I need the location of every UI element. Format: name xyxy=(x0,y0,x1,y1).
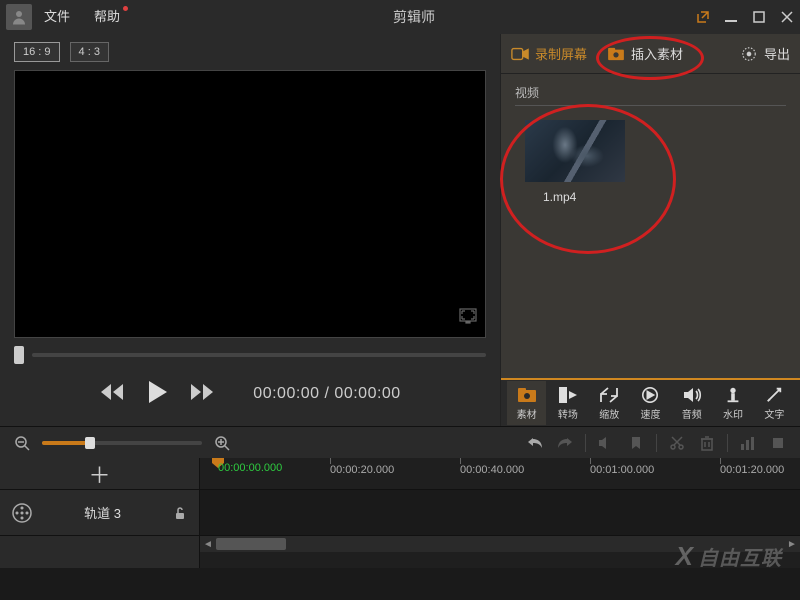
scrub-handle[interactable] xyxy=(14,346,24,364)
tool-speed[interactable]: 速度 xyxy=(631,381,670,425)
timeline-track-headers: ＋ 轨道 3 xyxy=(0,458,200,568)
media-filename: 1.mp4 xyxy=(543,190,786,204)
forward-button[interactable] xyxy=(189,382,215,407)
tab-import-label: 插入素材 xyxy=(631,44,683,63)
ruler-tick: 00:01:20.000 xyxy=(720,458,784,476)
timeline-controls xyxy=(0,426,800,458)
tool-strip: 素材 转场 缩放 速度 音频 水印 文字 xyxy=(501,378,800,426)
track-lane[interactable] xyxy=(200,490,800,536)
playback-time: 00:00:00 / 00:00:00 xyxy=(253,385,400,403)
media-thumbnail[interactable] xyxy=(525,120,625,182)
popout-icon[interactable] xyxy=(696,10,710,24)
tab-export-label: 导出 xyxy=(764,44,790,63)
film-reel-icon xyxy=(12,503,32,523)
side-panel: 录制屏幕 插入素材 导出 视频 1.mp4 素材 转场 缩放 速度 音频 水印 … xyxy=(500,34,800,426)
zoom-slider-knob[interactable] xyxy=(85,437,95,449)
ruler-tick: 00:00:40.000 xyxy=(460,458,524,476)
aspect-4-3-button[interactable]: 4 : 3 xyxy=(70,42,109,62)
track-name: 轨道 3 xyxy=(44,503,161,522)
unlock-icon[interactable] xyxy=(173,506,187,520)
avatar[interactable] xyxy=(6,4,32,30)
zoom-in-button[interactable] xyxy=(212,435,232,451)
playback-controls: 00:00:00 / 00:00:00 xyxy=(0,364,500,424)
title-bar: 文件 帮助 剪辑师 xyxy=(0,0,800,34)
tool-transition[interactable]: 转场 xyxy=(548,381,587,425)
tool-material[interactable]: 素材 xyxy=(507,381,546,425)
close-button[interactable] xyxy=(780,10,794,24)
marker-icon[interactable] xyxy=(626,436,646,450)
mute-icon[interactable] xyxy=(596,436,616,450)
levels-icon[interactable] xyxy=(738,436,758,450)
tab-export[interactable]: 导出 xyxy=(730,34,800,73)
ruler-tick: 00:01:00.000 xyxy=(590,458,654,476)
add-track-row: ＋ xyxy=(0,458,199,490)
preview-pane: 16 : 9 4 : 3 00:00:00 / 00:00:00 xyxy=(0,34,500,426)
settings-icon[interactable] xyxy=(768,436,788,450)
aspect-16-9-button[interactable]: 16 : 9 xyxy=(14,42,60,62)
divider xyxy=(515,105,786,106)
play-button[interactable] xyxy=(143,378,171,411)
tab-record-label: 录制屏幕 xyxy=(535,44,587,63)
tool-text[interactable]: 文字 xyxy=(755,381,794,425)
delete-icon[interactable] xyxy=(697,435,717,451)
tool-audio[interactable]: 音频 xyxy=(672,381,711,425)
scrub-track[interactable] xyxy=(32,353,486,357)
video-preview[interactable] xyxy=(14,70,486,338)
fullscreen-icon[interactable] xyxy=(459,308,477,329)
app-title: 剪辑师 xyxy=(132,7,696,27)
zoom-slider[interactable] xyxy=(42,441,202,445)
main-area: 16 : 9 4 : 3 00:00:00 / 00:00:00 录制屏幕 xyxy=(0,34,800,426)
undo-button[interactable] xyxy=(525,436,545,450)
media-section-label: 视频 xyxy=(515,84,786,101)
playhead-time: 00:00:00.000 xyxy=(218,462,282,474)
tab-record-screen[interactable]: 录制屏幕 xyxy=(501,34,597,73)
menu-help[interactable]: 帮助 xyxy=(82,0,132,34)
maximize-button[interactable] xyxy=(752,10,766,24)
tab-import-media[interactable]: 插入素材 xyxy=(597,34,693,73)
scroll-left-arrow[interactable]: ◄ xyxy=(200,536,216,552)
add-track-button[interactable]: ＋ xyxy=(88,458,110,490)
redo-button[interactable] xyxy=(555,436,575,450)
scrub-bar[interactable] xyxy=(0,338,500,364)
scroll-thumb[interactable] xyxy=(216,538,286,550)
zoom-out-button[interactable] xyxy=(12,435,32,451)
media-library: 视频 1.mp4 xyxy=(501,74,800,378)
watermark: X自由互联 xyxy=(676,541,782,572)
scroll-right-arrow[interactable]: ► xyxy=(784,536,800,552)
aspect-ratio-row: 16 : 9 4 : 3 xyxy=(0,34,500,70)
ruler-tick: 00:00:20.000 xyxy=(330,458,394,476)
tool-watermark[interactable]: 水印 xyxy=(713,381,752,425)
menu-file[interactable]: 文件 xyxy=(32,0,82,34)
tool-zoom[interactable]: 缩放 xyxy=(590,381,629,425)
track-header[interactable]: 轨道 3 xyxy=(0,490,199,536)
side-tabs: 录制屏幕 插入素材 导出 xyxy=(501,34,800,74)
timeline-ruler[interactable]: 00:00:00.000 00:00:20.000 00:00:40.000 0… xyxy=(200,458,800,490)
minimize-button[interactable] xyxy=(724,10,738,24)
cut-icon[interactable] xyxy=(667,435,687,451)
rewind-button[interactable] xyxy=(99,382,125,407)
